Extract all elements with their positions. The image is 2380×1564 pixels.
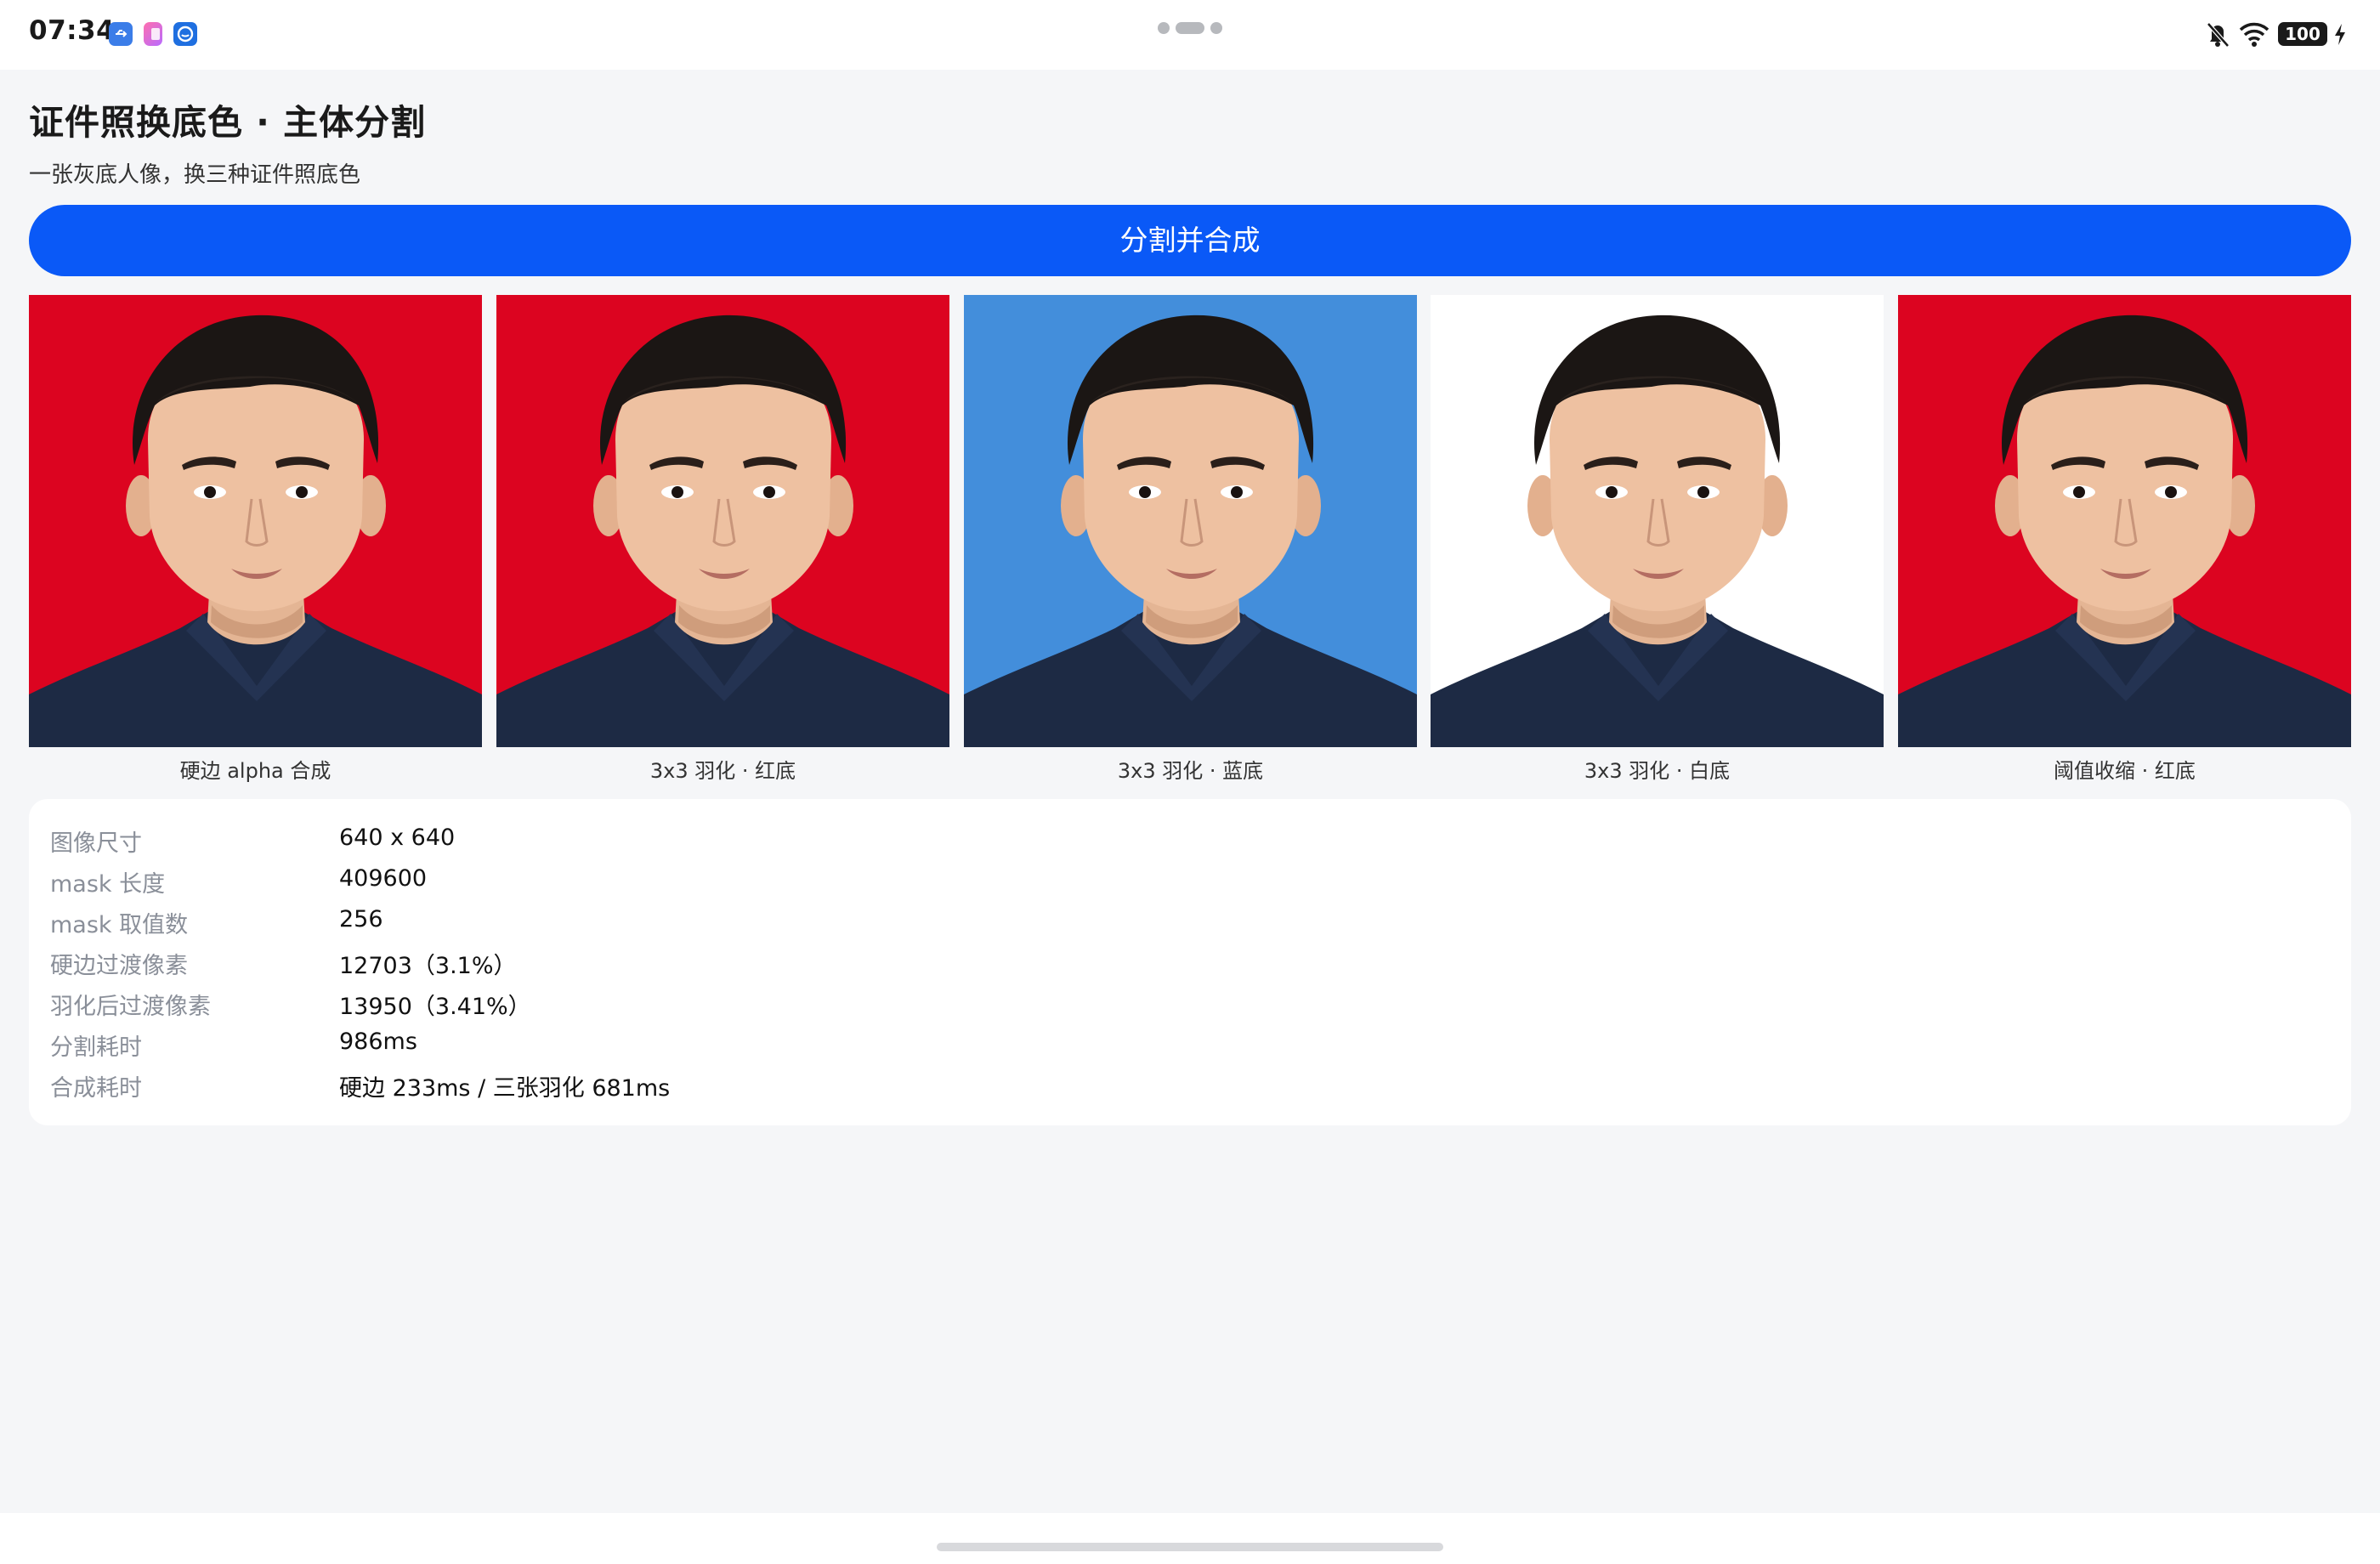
result-photo-red-threshold[interactable] xyxy=(1898,295,2351,747)
result-card[interactable]: 硬边 alpha 合成 xyxy=(29,295,482,784)
stats-label: 分割耗时 xyxy=(50,1034,142,1061)
result-photo-white-feathered[interactable] xyxy=(1431,295,1884,747)
result-caption: 3x3 羽化 · 蓝底 xyxy=(1117,759,1264,783)
result-caption: 3x3 羽化 · 红底 xyxy=(649,759,796,783)
navigation-bar xyxy=(0,1513,2380,1564)
assistant-icon xyxy=(173,22,197,46)
wifi-icon xyxy=(2237,19,2271,49)
result-gallery: 硬边 alpha 合成 3x3 羽化 · 红底 3x3 羽化 · 蓝底 3x3 … xyxy=(29,295,2351,788)
segment-and-compose-button[interactable]: 分割并合成 xyxy=(29,205,2351,276)
result-caption: 硬边 alpha 合成 xyxy=(179,759,332,783)
status-time: 07:34 xyxy=(29,15,116,46)
battery-level: 100 xyxy=(2278,22,2327,46)
result-card[interactable]: 3x3 羽化 · 红底 xyxy=(496,295,949,784)
stats-value: 13950（3.41%） xyxy=(339,994,531,1020)
stats-value: 986ms xyxy=(339,1028,417,1055)
stats-label: 硬边过渡像素 xyxy=(50,953,188,979)
result-photo-blue-feathered[interactable] xyxy=(964,295,1417,747)
usb-icon xyxy=(109,22,133,46)
result-caption: 3x3 羽化 · 白底 xyxy=(1584,759,1731,783)
stats-label: 合成耗时 xyxy=(50,1075,142,1102)
status-right-group: 100 xyxy=(2205,19,2349,49)
result-card[interactable]: 阈值收缩 · 红底 xyxy=(1898,295,2351,784)
page-title: 证件照换底色 · 主体分割 xyxy=(29,102,427,143)
stats-label: 羽化后过渡像素 xyxy=(50,994,211,1020)
page-subtitle: 一张灰底人像，换三种证件照底色 xyxy=(29,162,361,188)
home-indicator[interactable] xyxy=(937,1543,1443,1551)
stats-card: 图像尺寸 640 x 640 mask 长度 409600 mask 取值数 2… xyxy=(29,799,2351,1125)
stats-value: 12703（3.1%） xyxy=(339,953,517,979)
battery-indicator: 100 xyxy=(2278,19,2331,49)
stats-value: 256 xyxy=(339,906,383,932)
result-card[interactable]: 3x3 羽化 · 蓝底 xyxy=(964,295,1417,784)
stats-label: 图像尺寸 xyxy=(50,830,142,857)
stats-value: 409600 xyxy=(339,865,428,892)
result-photo-red-hard-alpha[interactable] xyxy=(29,295,482,747)
stats-label: mask 长度 xyxy=(50,871,166,898)
result-caption: 阈值收缩 · 红底 xyxy=(2054,759,2196,783)
charging-icon xyxy=(2332,19,2348,49)
stats-value: 640 x 640 xyxy=(339,824,456,851)
stats-label: mask 取值数 xyxy=(50,912,189,938)
result-card[interactable]: 3x3 羽化 · 白底 xyxy=(1431,295,1884,784)
status-bar: 07:34 100 xyxy=(0,0,2380,70)
app-notification-icon xyxy=(144,22,162,46)
result-photo-red-feathered[interactable] xyxy=(496,295,949,747)
stats-value: 硬边 233ms / 三张羽化 681ms xyxy=(339,1075,671,1102)
bell-muted-icon xyxy=(2205,19,2230,49)
